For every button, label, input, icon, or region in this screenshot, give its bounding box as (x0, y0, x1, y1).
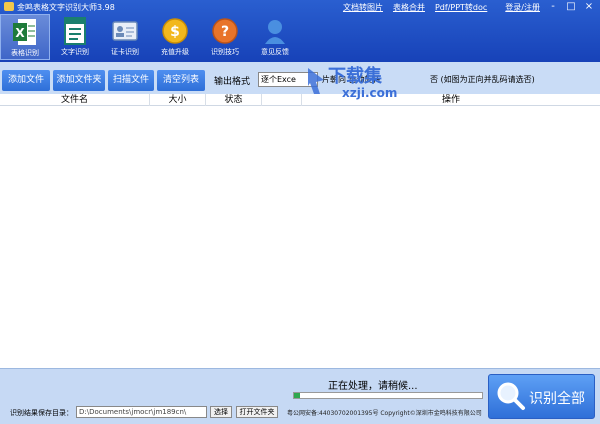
nav-label: 充值升级 (161, 48, 189, 56)
scan-file-button[interactable]: 扫描文件 (108, 70, 154, 91)
magnifier-icon (497, 382, 525, 410)
svg-text:X: X (15, 26, 25, 40)
progress-bar (293, 392, 483, 399)
nav-label: 表格识别 (11, 49, 39, 57)
maximize-button[interactable]: □ (562, 0, 580, 14)
app-title-text: 金鸣表格文字识别大师3.98 (17, 3, 115, 12)
column-filename[interactable]: 文件名 (0, 94, 150, 106)
nav-table-recognition[interactable]: X 表格识别 (0, 14, 50, 60)
coin-icon: $ (161, 16, 189, 46)
window-controls: - □ × (544, 0, 598, 14)
clear-list-button[interactable]: 清空列表 (157, 70, 205, 91)
app-title: 金鸣表格文字识别大师3.98 (4, 2, 115, 13)
link-table-merge[interactable]: 表格合并 (393, 2, 425, 13)
nav-recharge-upgrade[interactable]: $ 充值升级 (150, 14, 200, 60)
add-folder-button[interactable]: 添加文件夹 (53, 70, 105, 91)
recognize-all-button[interactable]: 识别全部 (488, 374, 595, 419)
link-pdf-ppt-to-doc[interactable]: Pdf/PPT转doc (435, 2, 487, 13)
file-table-body[interactable] (0, 106, 600, 368)
watermark-main-text: 下载集 (328, 66, 382, 87)
nav-feedback[interactable]: 意见反馈 (250, 14, 300, 60)
save-dir-field[interactable]: D:\Documents\jmocr\jm189cn\ (76, 406, 207, 418)
column-status[interactable]: 状态 (206, 94, 262, 106)
close-button[interactable]: × (580, 0, 598, 14)
watermark-logo-icon (308, 68, 324, 94)
link-doc-to-image[interactable]: 文档转图片 (343, 2, 383, 13)
select-dir-button[interactable]: 选择 (210, 406, 232, 418)
save-dir-label: 识别结果保存目录： (10, 409, 73, 417)
open-folder-button[interactable]: 打开文件夹 (236, 406, 278, 418)
nav-label: 识别技巧 (211, 48, 239, 56)
column-blank (262, 94, 302, 106)
svg-text:?: ? (221, 24, 229, 40)
document-icon (61, 16, 89, 46)
nav-card-recognition[interactable]: 证卡识别 (100, 14, 150, 60)
svg-text:$: $ (170, 24, 180, 40)
watermark-url-text: xzji.com (342, 86, 398, 100)
help-icon: ? (211, 16, 239, 46)
id-card-icon (111, 16, 139, 46)
top-links: 文档转图片 表格合并 Pdf/PPT转doc 登录/注册 (343, 2, 540, 13)
nav-label: 文字识别 (61, 48, 89, 56)
column-size[interactable]: 大小 (150, 94, 206, 106)
output-format-label: 输出格式 (214, 77, 251, 87)
nav-label: 意见反馈 (261, 48, 289, 56)
feedback-icon (261, 16, 289, 46)
nav-text-recognition[interactable]: 文字识别 (50, 14, 100, 60)
nav-label: 证卡识别 (111, 48, 139, 56)
recognize-all-label: 识别全部 (529, 391, 585, 407)
progress-fill (294, 393, 300, 398)
excel-icon: X (11, 17, 39, 47)
add-file-button[interactable]: 添加文件 (2, 70, 50, 91)
minimize-button[interactable]: - (544, 0, 562, 14)
watermark: 下载集 xzji.com (298, 62, 430, 106)
login-link[interactable]: 登录/注册 (505, 2, 540, 13)
nav-recognition-tips[interactable]: ? 识别技巧 (200, 14, 250, 60)
orientation-no-option[interactable]: 否 (如图为正向并乱码请选否) (430, 74, 535, 85)
bottom-panel: 正在处理，请稍候... 识别结果保存目录： D:\Documents\jmocr… (0, 368, 600, 424)
copyright-info: 粤公网安备:44030702001395号 Copyright©深圳市金鸣科技有… (287, 410, 482, 417)
processing-status: 正在处理，请稍候... (328, 381, 418, 392)
app-logo-icon (4, 2, 14, 11)
main-icon-bar: X 表格识别 文字识别 证卡识别 $ 充值升级 ? 识别技巧 意见反馈 (0, 14, 300, 60)
title-bar: 金鸣表格文字识别大师3.98 文档转图片 表格合并 Pdf/PPT转doc 登录… (0, 0, 600, 62)
